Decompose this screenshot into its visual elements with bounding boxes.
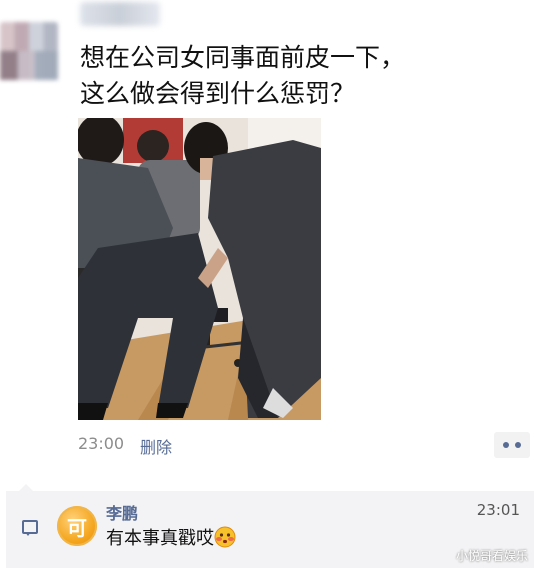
post-photo[interactable] <box>78 118 321 420</box>
delete-link[interactable]: 删除 <box>140 434 172 458</box>
poster-avatar-blurred[interactable] <box>0 22 58 80</box>
post-text: 想在公司女同事面前皮一下， 这么做会得到什么惩罚？ <box>80 40 510 112</box>
poster-name-blurred[interactable] <box>80 2 160 26</box>
watermark: 小悦哥看娱乐 <box>455 549 528 563</box>
more-icon[interactable] <box>494 432 530 458</box>
post-timestamp: 23:00 <box>78 434 125 453</box>
comment-text[interactable]: 有本事真戳哎 <box>106 524 236 550</box>
more-dot <box>515 442 521 448</box>
comment-icon <box>22 520 38 536</box>
comment-text-body: 有本事真戳哎 <box>106 528 214 549</box>
comment-timestamp: 23:01 <box>476 501 520 519</box>
blushing-emoji-icon <box>214 526 236 548</box>
commenter-avatar[interactable]: 可 <box>57 506 97 546</box>
more-dot <box>503 442 509 448</box>
office-scene-image <box>78 118 321 420</box>
post-text-line-2: 这么做会得到什么惩罚？ <box>80 79 356 108</box>
commenter-name[interactable]: 李鹏 <box>106 500 138 524</box>
post-text-line-1: 想在公司女同事面前皮一下， <box>80 43 406 72</box>
commenter-avatar-char: 可 <box>67 515 87 540</box>
